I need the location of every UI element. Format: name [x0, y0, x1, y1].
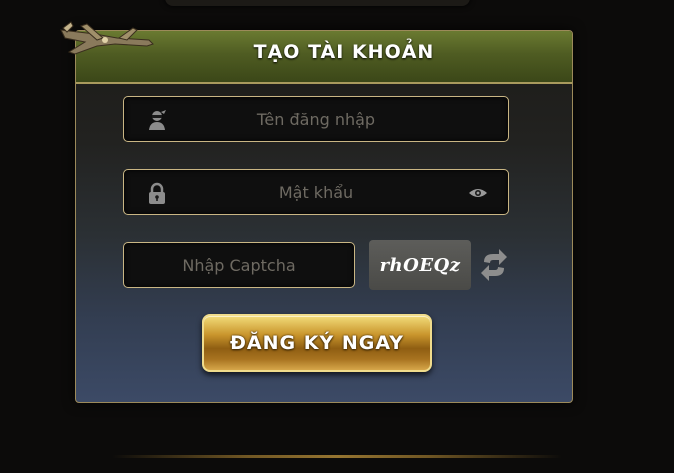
airplane-logo-icon	[60, 21, 154, 55]
captcha-field[interactable]	[123, 242, 355, 288]
password-field[interactable]	[123, 169, 509, 215]
captcha-image: rhOEQz	[369, 240, 471, 290]
password-input[interactable]	[124, 170, 508, 214]
eye-icon[interactable]	[468, 187, 488, 199]
decorative-divider	[112, 455, 562, 458]
username-field[interactable]	[123, 96, 509, 142]
register-button[interactable]: ĐĂNG KÝ NGAY	[202, 314, 432, 372]
captcha-input[interactable]	[124, 243, 354, 287]
refresh-icon[interactable]	[479, 248, 509, 282]
background-decoration-top	[165, 0, 470, 6]
username-input[interactable]	[124, 97, 508, 141]
